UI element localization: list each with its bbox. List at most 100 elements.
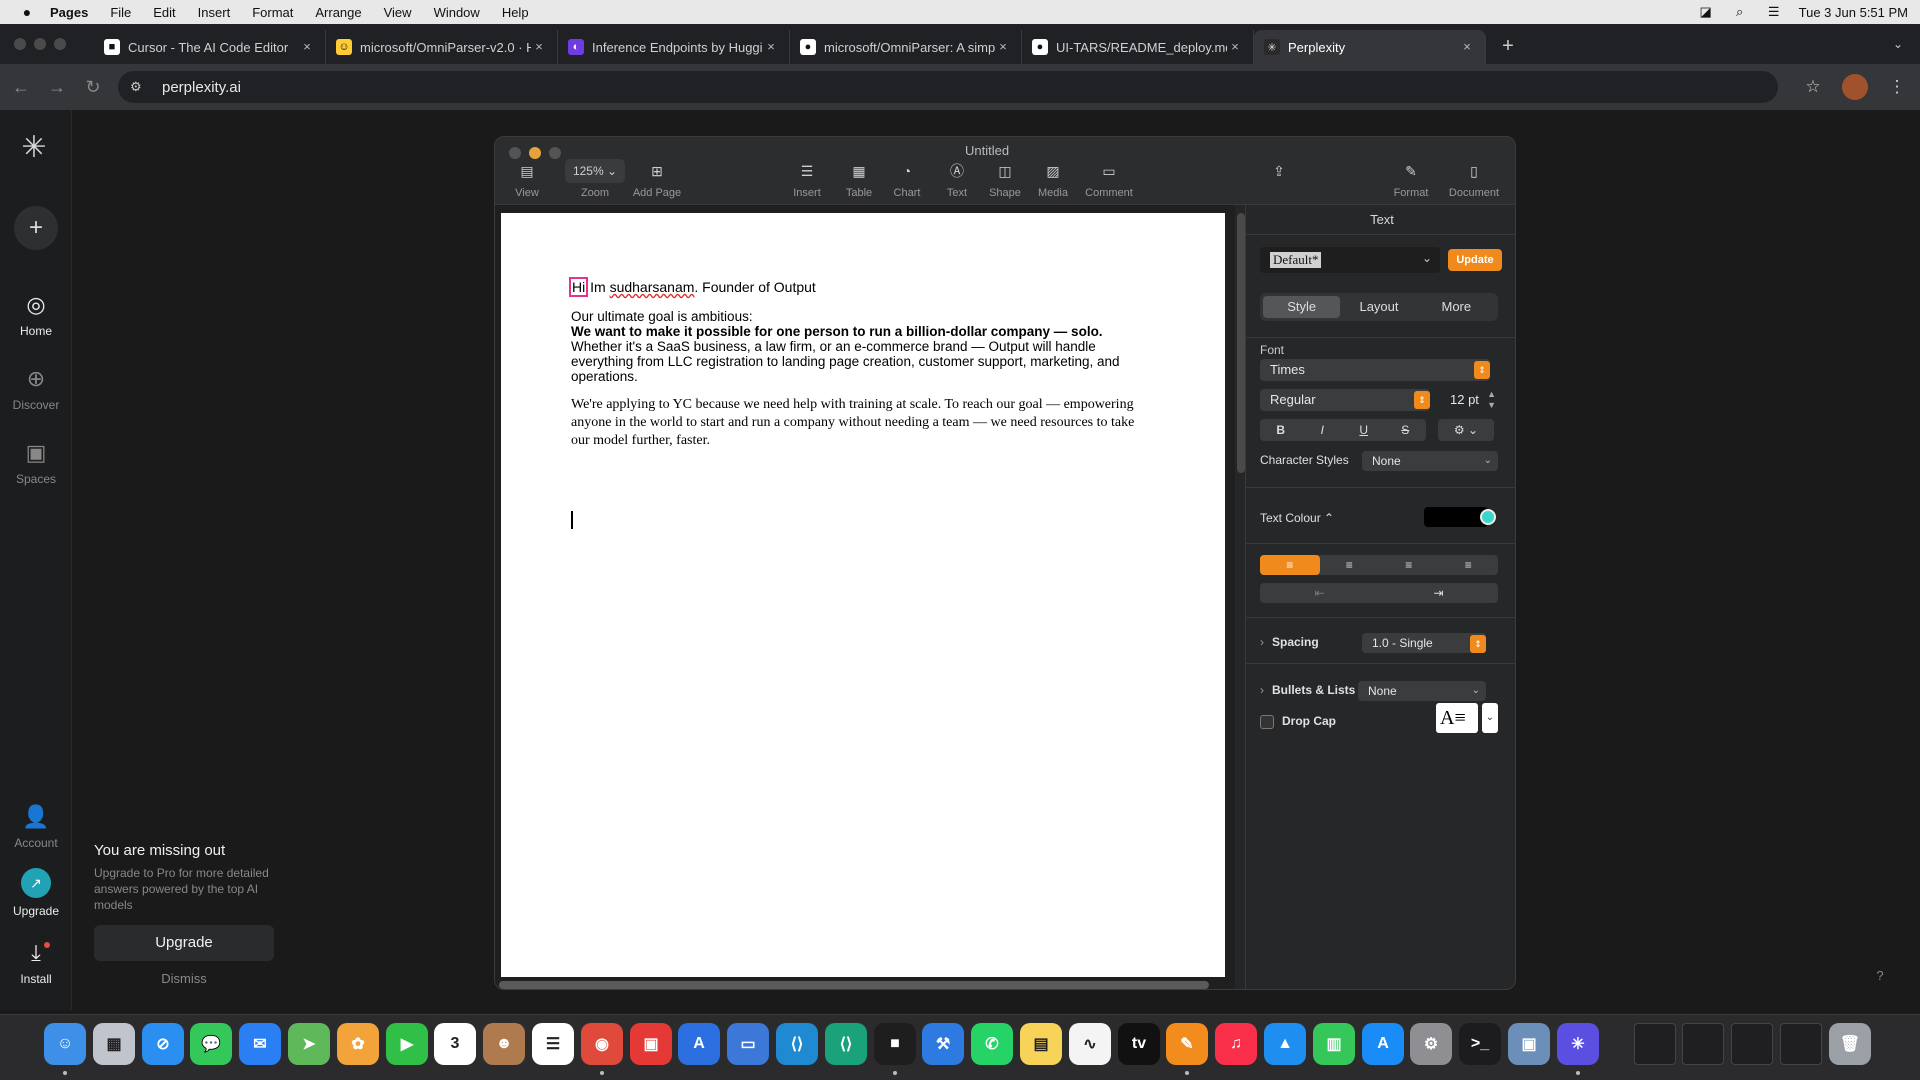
dock-system-settings-icon[interactable]: ⚙ — [1410, 1023, 1452, 1065]
dock-minimized-window-3-icon[interactable] — [1731, 1023, 1773, 1065]
perplexity-logo-icon[interactable]: ✳ — [14, 128, 54, 168]
minimize-window-button[interactable] — [34, 38, 46, 50]
dock-reminders-icon[interactable]: ☰ — [532, 1023, 574, 1065]
zoom-popup[interactable]: 125% ⌄ Zoom — [557, 159, 633, 199]
sidebar-item-discover[interactable]: ⊕ Discover — [0, 366, 72, 412]
colour-wheel-icon[interactable] — [1480, 509, 1496, 525]
sidebar-item-install[interactable]: ⤓ Install — [0, 940, 72, 986]
menu-help[interactable]: Help — [502, 5, 529, 20]
site-info-icon[interactable]: ⚙ — [130, 79, 150, 95]
url-text[interactable]: perplexity.ai — [162, 79, 241, 96]
dock-music-icon[interactable]: ♫ — [1215, 1023, 1257, 1065]
italic-button[interactable]: I — [1302, 419, 1344, 441]
browser-tab-inference-endpoints[interactable]: ◐ Inference Endpoints by Hugging Face × — [558, 30, 790, 64]
close-tab-icon[interactable]: × — [531, 39, 547, 55]
dock-vscode-icon[interactable]: ⟨⟩ — [776, 1023, 818, 1065]
dock-whatsapp-icon[interactable]: ✆ — [971, 1023, 1013, 1065]
dock-preview-icon[interactable]: ▣ — [1508, 1023, 1550, 1065]
sidebar-item-home[interactable]: ◎ Home — [0, 292, 72, 338]
browser-tab-ui-tars[interactable]: ● UI-TARS/README_deploy.md at main × — [1022, 30, 1254, 64]
paragraph-intro[interactable]: Our ultimate goal is ambitious: — [571, 309, 1155, 324]
underline-button[interactable]: U — [1343, 419, 1385, 441]
align-left-button[interactable]: ≡ — [1260, 555, 1320, 575]
menu-file[interactable]: File — [110, 5, 131, 20]
menu-format[interactable]: Format — [252, 5, 293, 20]
paragraph-yc[interactable]: We're applying to YC because we need hel… — [571, 396, 1155, 450]
dock-chrome-icon[interactable]: ◉ — [581, 1023, 623, 1065]
dock-calendar-icon[interactable]: 3 — [434, 1023, 476, 1065]
close-window-button[interactable] — [14, 38, 26, 50]
chevron-down-icon[interactable]: ⌄ — [1482, 703, 1498, 733]
dock-photos-icon[interactable]: ✿ — [337, 1023, 379, 1065]
dock-finder-icon[interactable]: ☺ — [44, 1023, 86, 1065]
document-page[interactable]: Hi Im sudharsanam. Founder of Output Our… — [501, 213, 1225, 977]
tab-more[interactable]: More — [1418, 296, 1495, 318]
bullets-disclosure[interactable]: › Bullets & Lists — [1260, 683, 1355, 697]
dock-files-icon[interactable]: ▭ — [727, 1023, 769, 1065]
menu-pages[interactable]: Pages — [50, 5, 88, 20]
maximize-window-button[interactable] — [54, 38, 66, 50]
increase-indent-button[interactable]: ⇥ — [1379, 583, 1498, 603]
media-button[interactable]: ▨ Media — [1025, 159, 1081, 199]
dock-perplexity-icon[interactable]: ✳ — [1557, 1023, 1599, 1065]
dock-maps-icon[interactable]: ➤ — [288, 1023, 330, 1065]
paragraph-style-popup[interactable]: Default* ⌄ — [1260, 247, 1440, 273]
dock-minimized-window-4-icon[interactable] — [1780, 1023, 1822, 1065]
format-button[interactable]: ✎ Format — [1383, 159, 1439, 199]
dock-trash-icon[interactable]: 🗑 — [1829, 1023, 1871, 1065]
promo-dismiss-link[interactable]: Dismiss — [94, 971, 274, 986]
drop-cap-checkbox[interactable] — [1260, 715, 1274, 729]
back-arrow-icon[interactable]: ← — [6, 72, 36, 102]
dock-numbers-icon[interactable]: ▥ — [1313, 1023, 1355, 1065]
tab-layout[interactable]: Layout — [1340, 296, 1417, 318]
pages-maximize-button[interactable] — [549, 147, 561, 159]
font-family-popup[interactable]: Times ⇕ — [1260, 359, 1490, 381]
stepper-arrows-icon[interactable]: ▲ ▼ — [1487, 389, 1496, 411]
dock-app-store-icon[interactable]: A — [1362, 1023, 1404, 1065]
document-button[interactable]: ▯ Document — [1441, 159, 1507, 199]
dock-messages-icon[interactable]: 💬 — [190, 1023, 232, 1065]
spacing-disclosure[interactable]: › Spacing — [1260, 635, 1319, 649]
justify-button[interactable]: ≡ — [1439, 555, 1499, 575]
dock-launchpad-icon[interactable]: ▦ — [93, 1023, 135, 1065]
dock-minimized-window-1-icon[interactable] — [1634, 1023, 1676, 1065]
dock-xcode-icon[interactable]: ⚒ — [922, 1023, 964, 1065]
paragraph-bold[interactable]: We want to make it possible for one pers… — [571, 324, 1155, 339]
greeting-line[interactable]: Hi Im sudharsanam. Founder of Output — [568, 277, 1155, 297]
dock-safari-icon[interactable]: ⊘ — [142, 1023, 184, 1065]
dock-freeform-icon[interactable]: ∿ — [1069, 1023, 1111, 1065]
vertical-scrollbar[interactable] — [1237, 213, 1245, 473]
spacing-popup[interactable]: 1.0 - Single ⇕ — [1362, 633, 1486, 653]
bookmark-star-icon[interactable]: ☆ — [1798, 72, 1828, 102]
close-tab-icon[interactable]: × — [1459, 39, 1475, 55]
menu-window[interactable]: Window — [434, 5, 480, 20]
sidebar-item-upgrade[interactable]: ↗ Upgrade — [0, 868, 72, 918]
comment-button[interactable]: ▭ Comment — [1077, 159, 1141, 199]
bold-button[interactable]: B — [1260, 419, 1302, 441]
dock-terminal-icon[interactable]: >_ — [1459, 1023, 1501, 1065]
reload-icon[interactable]: ↻ — [78, 72, 108, 102]
decrease-indent-button[interactable]: ⇤ — [1260, 583, 1379, 603]
sidebar-item-spaces[interactable]: ▣ Spaces — [0, 440, 72, 486]
browser-menu-icon[interactable]: ⋮ — [1882, 72, 1912, 102]
tab-search-icon[interactable]: ⌄ — [1886, 32, 1910, 56]
spotlight-search-icon[interactable]: ⌕ — [1731, 4, 1749, 20]
dock-app-xcode-instruments-icon[interactable]: A — [678, 1023, 720, 1065]
text-colour-well[interactable] — [1424, 507, 1488, 527]
dock-minimized-window-2-icon[interactable] — [1682, 1023, 1724, 1065]
pages-close-button[interactable] — [509, 147, 521, 159]
menu-edit[interactable]: Edit — [153, 5, 175, 20]
close-tab-icon[interactable]: × — [299, 39, 315, 55]
screen-record-icon[interactable]: ◪ — [1697, 4, 1715, 20]
close-tab-icon[interactable]: × — [1227, 39, 1243, 55]
browser-tab-cursor[interactable]: ■ Cursor - The AI Code Editor × — [94, 30, 326, 64]
drop-cap-style-preview[interactable]: A≡ — [1436, 703, 1478, 733]
dock-cursor-icon[interactable]: ■ — [874, 1023, 916, 1065]
close-tab-icon[interactable]: × — [763, 39, 779, 55]
address-bar[interactable]: ⚙ perplexity.ai — [118, 71, 1778, 103]
menu-arrange[interactable]: Arrange — [315, 5, 361, 20]
paragraph-body[interactable]: Whether it's a SaaS business, a law firm… — [571, 339, 1155, 384]
profile-avatar[interactable] — [1842, 74, 1868, 100]
view-button[interactable]: ▤ View — [499, 159, 555, 199]
selected-word[interactable]: Hi — [568, 277, 589, 297]
